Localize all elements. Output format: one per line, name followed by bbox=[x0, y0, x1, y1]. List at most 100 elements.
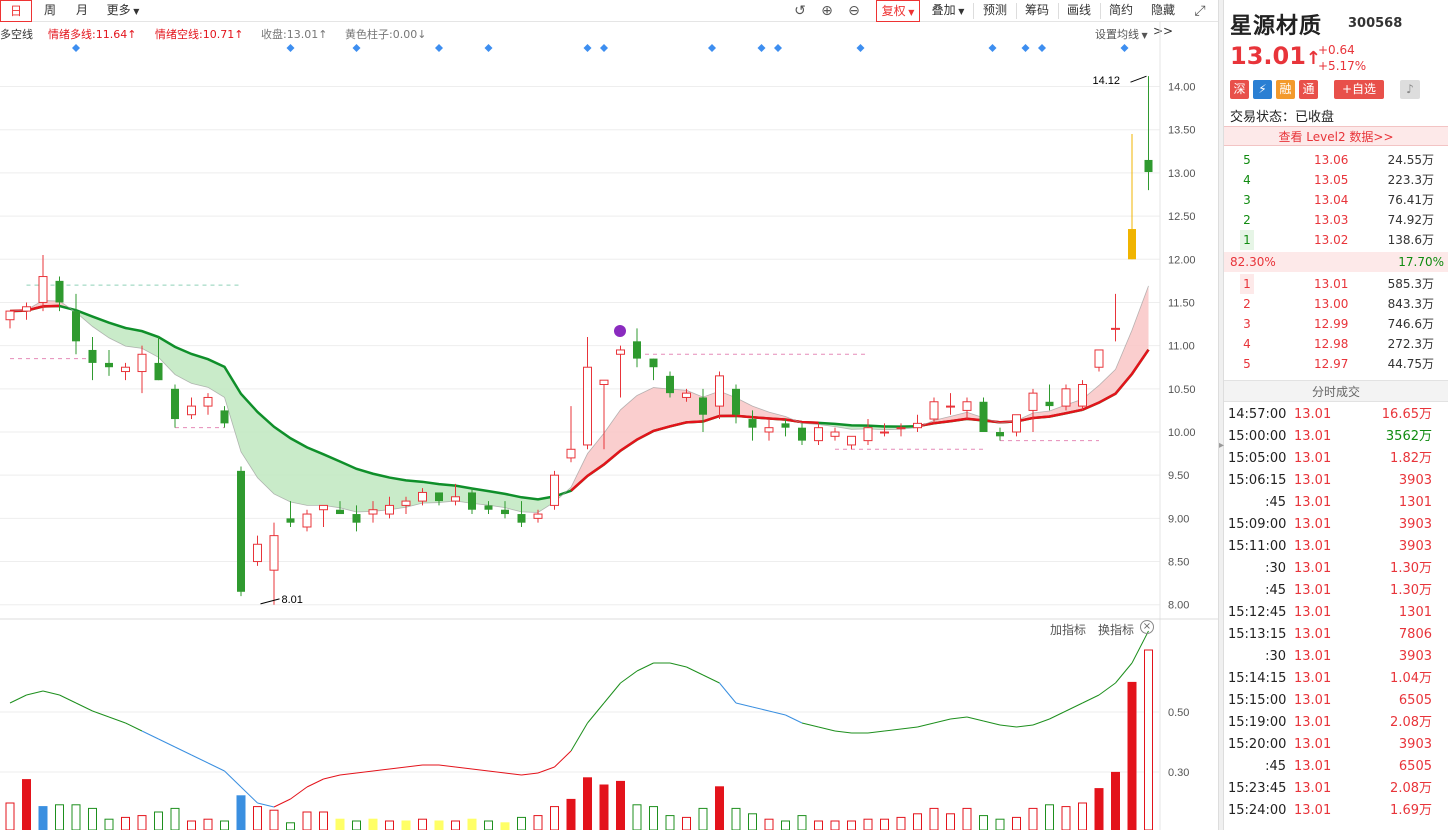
volume-bar[interactable] bbox=[1028, 807, 1038, 830]
candle-body[interactable] bbox=[550, 474, 559, 506]
volume-bar[interactable] bbox=[451, 820, 460, 830]
volume-bar[interactable] bbox=[962, 807, 972, 830]
candle-body[interactable] bbox=[962, 401, 972, 411]
volume-bar[interactable] bbox=[830, 820, 840, 830]
candle-body[interactable] bbox=[55, 280, 64, 303]
candle-body[interactable] bbox=[517, 514, 526, 523]
volume-bar[interactable] bbox=[385, 820, 394, 830]
volume-bar[interactable] bbox=[500, 822, 510, 830]
candle-body[interactable] bbox=[368, 509, 378, 515]
volume-bar[interactable] bbox=[748, 813, 757, 830]
collapse-handle-icon[interactable]: ▸ bbox=[1219, 440, 1224, 460]
candle-body[interactable] bbox=[1012, 414, 1021, 433]
fuquan-button[interactable]: 复权 ▼ bbox=[876, 0, 920, 22]
volume-bar[interactable] bbox=[781, 820, 790, 830]
candle-body[interactable] bbox=[798, 427, 806, 441]
volume-bar[interactable] bbox=[533, 815, 543, 830]
overlay-button[interactable]: 叠加 ▼ bbox=[926, 0, 970, 22]
volume-bar[interactable] bbox=[665, 815, 675, 830]
candle-body[interactable] bbox=[1111, 327, 1120, 330]
candle-body[interactable] bbox=[1045, 401, 1054, 407]
chips-button[interactable]: 筹码 bbox=[1020, 0, 1054, 22]
candle-body[interactable] bbox=[468, 492, 476, 510]
candle-body[interactable] bbox=[781, 423, 790, 428]
volume-bar[interactable] bbox=[236, 795, 246, 830]
undo-icon[interactable]: ↺ bbox=[792, 3, 808, 19]
candle-body[interactable] bbox=[187, 405, 196, 416]
candle-body[interactable] bbox=[533, 513, 543, 519]
volume-bar[interactable] bbox=[154, 811, 163, 830]
volume-bar[interactable] bbox=[1094, 788, 1104, 830]
volume-bar[interactable] bbox=[1045, 804, 1054, 830]
kline-chart[interactable]: 14.00 13.50 13.00 12.50 12.00 11.50 11.00 10.50… bbox=[0, 22, 1218, 830]
volume-bar[interactable] bbox=[253, 806, 262, 830]
level2-link[interactable]: 查看 Level2 数据>> bbox=[1224, 126, 1448, 146]
candle-body[interactable] bbox=[830, 431, 840, 437]
tag-margin[interactable]: 融 bbox=[1276, 80, 1295, 99]
period-month-button[interactable]: 月 bbox=[68, 0, 96, 22]
candle-body[interactable] bbox=[979, 401, 988, 432]
candle-body[interactable] bbox=[88, 349, 97, 363]
candle-body[interactable] bbox=[863, 427, 873, 442]
draw-line-button[interactable]: 画线 bbox=[1062, 0, 1096, 22]
volume-bar[interactable] bbox=[71, 804, 81, 830]
forecast-button[interactable]: 预测 bbox=[978, 0, 1012, 22]
volume-bar[interactable] bbox=[517, 816, 526, 830]
candle-body[interactable] bbox=[996, 432, 1004, 437]
volume-bar[interactable] bbox=[137, 815, 147, 830]
candle-body[interactable] bbox=[171, 388, 179, 420]
volume-bar[interactable] bbox=[649, 806, 658, 830]
candle-body[interactable] bbox=[401, 500, 411, 506]
volume-bar[interactable] bbox=[1061, 806, 1071, 830]
volume-bar[interactable] bbox=[847, 820, 856, 830]
volume-bar[interactable] bbox=[38, 806, 48, 830]
volume-bar[interactable] bbox=[995, 818, 1005, 830]
volume-bar[interactable] bbox=[434, 820, 444, 830]
candle-body[interactable] bbox=[121, 366, 130, 373]
volume-bar[interactable] bbox=[632, 804, 642, 830]
candle-body[interactable] bbox=[599, 379, 609, 386]
candle-body[interactable] bbox=[699, 397, 707, 415]
period-day-button[interactable]: 日 bbox=[0, 0, 32, 22]
volume-bar[interactable] bbox=[319, 811, 328, 830]
candle-body[interactable] bbox=[1028, 392, 1038, 411]
volume-bar[interactable] bbox=[88, 807, 97, 830]
candle-body[interactable] bbox=[715, 375, 724, 407]
candle-body[interactable] bbox=[946, 405, 955, 408]
fullscreen-icon[interactable]: ⤢ bbox=[1192, 3, 1208, 19]
candle-body[interactable] bbox=[319, 504, 328, 511]
volume-bar[interactable] bbox=[550, 806, 559, 830]
volume-bar[interactable] bbox=[896, 816, 906, 830]
volume-bar[interactable] bbox=[880, 818, 889, 830]
candle-body[interactable] bbox=[22, 306, 31, 312]
candle-body[interactable] bbox=[137, 353, 147, 373]
simple-mode-button[interactable]: 简约 bbox=[1104, 0, 1138, 22]
switch-indicator-button[interactable]: 换指标 bbox=[1098, 621, 1134, 638]
volume-bar[interactable] bbox=[764, 818, 774, 830]
close-icon[interactable]: × bbox=[1140, 620, 1154, 634]
volume-bar[interactable] bbox=[1111, 771, 1120, 830]
add-watchlist-button[interactable]: +自选 bbox=[1334, 80, 1384, 99]
volume-bar[interactable] bbox=[401, 820, 411, 830]
candle-body[interactable] bbox=[105, 362, 113, 368]
volume-bar[interactable] bbox=[352, 820, 361, 830]
volume-bar[interactable] bbox=[1127, 681, 1137, 830]
candle-body[interactable] bbox=[1061, 388, 1071, 407]
tag-lightning-icon[interactable]: ⚡ bbox=[1253, 80, 1272, 99]
candle-body[interactable] bbox=[385, 504, 394, 515]
volume-bar[interactable] bbox=[121, 816, 130, 830]
volume-bar[interactable] bbox=[599, 784, 609, 830]
candle-body[interactable] bbox=[764, 427, 774, 433]
volume-bar[interactable] bbox=[335, 818, 345, 830]
candle-body[interactable] bbox=[814, 427, 823, 442]
candle-body[interactable] bbox=[286, 518, 295, 523]
volume-bar[interactable] bbox=[616, 780, 625, 830]
candle-body[interactable] bbox=[501, 509, 509, 515]
candle-body[interactable] bbox=[302, 513, 312, 528]
candle-body[interactable] bbox=[880, 431, 889, 434]
candle-body[interactable] bbox=[1094, 349, 1104, 368]
candle-body[interactable] bbox=[732, 388, 740, 415]
candle-body[interactable] bbox=[929, 401, 939, 420]
candle-body[interactable] bbox=[566, 448, 576, 459]
candle-body[interactable] bbox=[72, 311, 80, 342]
